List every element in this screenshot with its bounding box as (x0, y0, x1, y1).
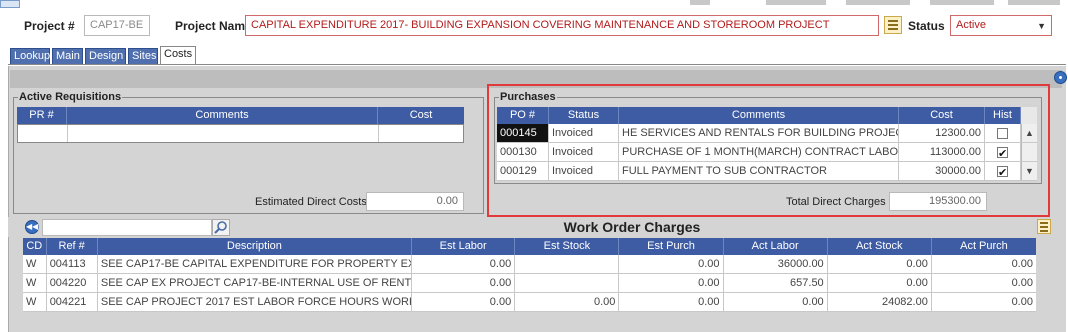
cell-est-purch: 0.00 (619, 274, 724, 292)
col-description[interactable]: Description (98, 238, 413, 255)
col-ref[interactable]: Ref # (47, 238, 98, 255)
col-est-purch[interactable]: Est Purch (619, 238, 724, 255)
magnifier-icon[interactable] (212, 219, 230, 236)
cell-act-labor: 657.50 (724, 274, 828, 292)
cell-est-stock: 0.00 (515, 293, 620, 311)
toolbar-fragment (846, 0, 910, 5)
highlight-box (487, 84, 1050, 217)
estimated-direct-costs-field[interactable]: 0.00 (366, 192, 464, 211)
cell-cd: W (23, 255, 47, 273)
cell-pr (18, 125, 68, 142)
cell-description: SEE CAP PROJECT 2017 EST LABOR FORCE HOU… (98, 293, 413, 311)
cell-comments (68, 125, 379, 142)
toolbar-fragment (766, 0, 826, 5)
cell-est-labor: 0.00 (412, 255, 516, 273)
col-est-labor[interactable]: Est Labor (412, 238, 516, 255)
cell-act-labor: 0.00 (724, 293, 828, 311)
tab-lookup[interactable]: Lookup (10, 48, 50, 64)
cell-cd: W (23, 274, 47, 292)
cell-est-purch: 0.00 (619, 255, 724, 273)
work-order-title: Work Order Charges (563, 219, 701, 235)
gear-icon[interactable] (1054, 71, 1067, 84)
requisition-empty-row[interactable] (17, 124, 464, 143)
cell-cost (379, 125, 463, 142)
col-pr[interactable]: PR # (17, 107, 67, 124)
cell-est-stock (515, 255, 620, 273)
requisitions-title: Active Requisitions (18, 91, 123, 103)
cell-est-purch: 0.00 (619, 293, 724, 311)
cell-act-stock: 24082.00 (828, 293, 932, 311)
project-name-field[interactable]: CAPITAL EXPENDITURE 2017- BUILDING EXPAN… (245, 15, 879, 36)
tab-main[interactable]: Main (52, 48, 83, 64)
status-value: Active (956, 19, 986, 31)
cell-act-stock: 0.00 (828, 274, 932, 292)
tab-divider (8, 64, 1066, 65)
toolbar-fragment (1008, 0, 1060, 5)
cell-cd: W (23, 293, 47, 311)
cell-description: SEE CAP EX PROJECT CAP17-BE-INTERNAL USE… (98, 274, 413, 292)
cell-est-labor: 0.00 (412, 293, 516, 311)
cell-act-purch: 0.00 (1011, 258, 1033, 270)
status-select[interactable]: Active ▼ (950, 15, 1052, 36)
work-order-grid: CD Ref # Description Est Labor Est Stock… (23, 238, 1036, 312)
cell-est-stock (515, 274, 620, 292)
list-lookup-icon[interactable] (1037, 219, 1051, 234)
requisitions-grid: PR # Comments Cost (17, 107, 464, 143)
cell-ref: 004220 (47, 274, 98, 292)
toolbar-fragment (690, 0, 710, 5)
cell-act-stock: 0.00 (828, 255, 932, 273)
estimated-direct-costs-label: Estimated Direct Costs (255, 196, 367, 208)
col-act-stock[interactable]: Act Stock (828, 238, 932, 255)
project-name-label: Project Name (175, 19, 252, 33)
tab-design[interactable]: Design (85, 48, 126, 64)
project-number-field[interactable]: CAP17-BE (84, 15, 150, 36)
chevron-down-icon: ▼ (1037, 21, 1046, 31)
col-act-purch[interactable]: Act Purch (932, 238, 1036, 255)
work-order-header: CD Ref # Description Est Labor Est Stock… (23, 238, 1036, 255)
col-cd[interactable]: CD (23, 238, 47, 255)
back-circle-icon[interactable]: ◀◀ (25, 220, 39, 234)
col-act-labor[interactable]: Act Labor (724, 238, 828, 255)
project-number-label: Project # (24, 19, 75, 33)
tab-sites[interactable]: Sites (128, 48, 158, 64)
tab-costs[interactable]: Costs (160, 46, 196, 65)
cell-description: SEE CAP17-BE CAPITAL EXPENDITURE FOR PRO… (98, 255, 413, 273)
window-corner (0, 0, 20, 8)
toolbar-fragment (930, 0, 994, 5)
cell-act-purch: 0.00 (1011, 296, 1033, 308)
cell-est-labor: 0.00 (412, 274, 516, 292)
list-lookup-icon[interactable] (884, 16, 902, 34)
cell-act-purch: 0.00 (1011, 277, 1033, 289)
work-order-search-input[interactable] (42, 219, 212, 236)
work-order-row[interactable]: W 004113 SEE CAP17-BE CAPITAL EXPENDITUR… (23, 255, 1036, 274)
cell-ref: 004113 (47, 255, 98, 273)
requisitions-header: PR # Comments Cost (17, 107, 464, 124)
col-cost[interactable]: Cost (378, 107, 464, 124)
cell-ref: 004221 (47, 293, 98, 311)
work-order-row[interactable]: W 004221 SEE CAP PROJECT 2017 EST LABOR … (23, 293, 1036, 312)
col-comments[interactable]: Comments (67, 107, 378, 124)
work-order-row[interactable]: W 004220 SEE CAP EX PROJECT CAP17-BE-INT… (23, 274, 1036, 293)
col-est-stock[interactable]: Est Stock (515, 238, 620, 255)
cell-act-labor: 36000.00 (724, 255, 828, 273)
status-label: Status (908, 19, 945, 33)
